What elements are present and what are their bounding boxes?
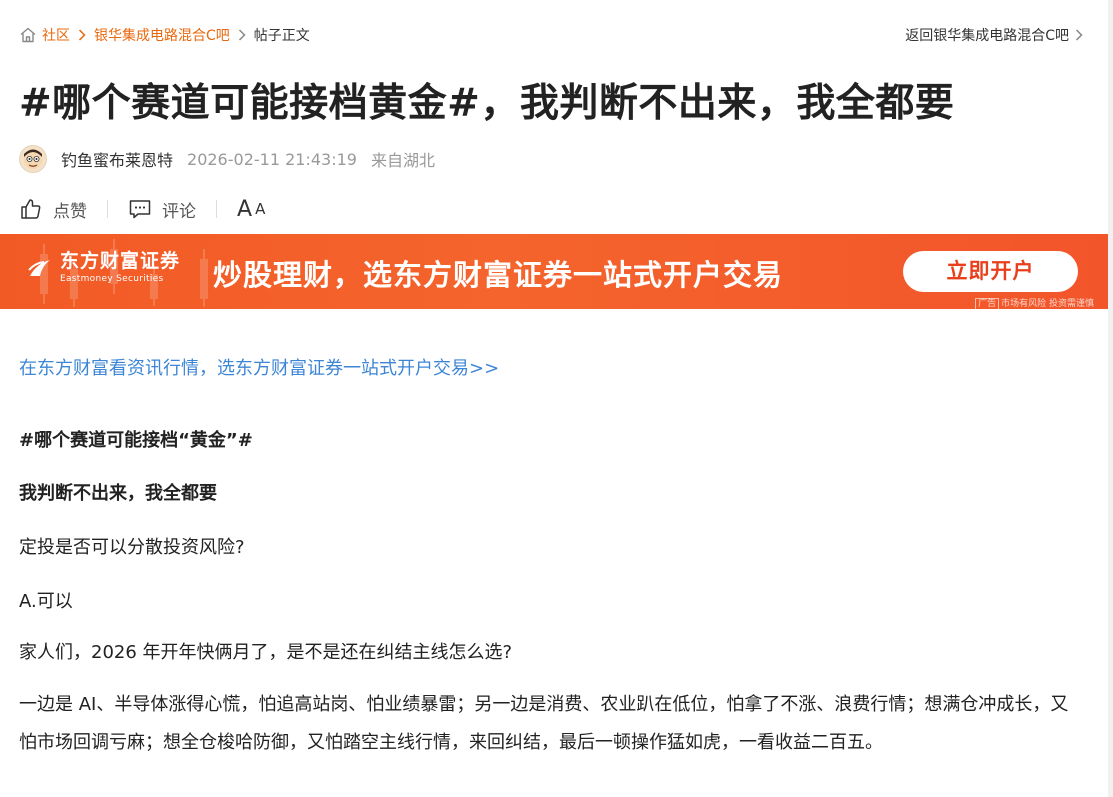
back-link-label: 返回银华集成电路混合C吧	[905, 28, 1069, 44]
post-location: 来自湖北	[370, 151, 435, 170]
avatar[interactable]	[19, 145, 47, 173]
avatar-face-icon	[24, 149, 42, 169]
risk-notice: 广告 市场有风险 投资需谨慎	[975, 296, 1094, 309]
author-name[interactable]: 钓鱼蜜布莱恩特	[61, 147, 173, 171]
banner-slogan: 炒股理财，选东方财富证券一站式开户交易	[213, 258, 784, 292]
post-page: 社区 银华集成电路混合C吧 帖子正文 返回银华集成电路混合C吧 #哪个赛道可能接…	[0, 0, 1113, 797]
author-row: 钓鱼蜜布莱恩特 2026-02-11 21:43:19 来自湖北	[19, 143, 435, 175]
chevron-right-icon	[1075, 29, 1083, 41]
content-paragraph: 一边是 AI、半导体涨得心慌，怕追高站岗、怕业绩暴雷；另一边是消费、农业趴在低位…	[19, 694, 1069, 753]
risk-notice-text: 市场有风险 投资需谨慎	[1001, 299, 1094, 309]
comment-label: 评论	[162, 201, 196, 222]
content-paragraph: 我判断不出来，我全都要	[19, 483, 217, 504]
divider	[216, 200, 217, 218]
content-paragraph: 家人们，2026 年开年快俩月了，是不是还在纠结主线怎么选?	[19, 642, 513, 663]
like-label: 点赞	[53, 201, 87, 222]
font-size-small-glyph: A	[255, 200, 266, 218]
content-paragraph: 定投是否可以分散投资风险?	[19, 537, 245, 558]
logo-en-text: Eastmoney Securities	[60, 274, 164, 284]
like-button[interactable]: 点赞	[19, 197, 87, 222]
comment-icon	[129, 200, 151, 219]
chevron-right-icon	[78, 29, 86, 41]
divider	[107, 200, 108, 218]
breadcrumb-forum[interactable]: 银华集成电路混合C吧	[94, 25, 230, 45]
eastmoney-logo-icon	[28, 260, 50, 276]
breadcrumb-current: 帖子正文	[253, 28, 310, 44]
back-to-forum-link[interactable]: 返回银华集成电路混合C吧	[905, 22, 1083, 48]
post-title: #哪个赛道可能接档黄金#，我判断不出来，我全都要	[19, 81, 955, 126]
chevron-right-icon	[238, 29, 246, 41]
action-row: 点赞 评论 AA	[19, 193, 265, 225]
promo-link[interactable]: 在东方财富看资讯行情，选东方财富证券一站式开户交易>>	[19, 354, 499, 380]
font-size-large-glyph: A	[237, 196, 253, 222]
content-paragraph: #哪个赛道可能接档“黄金”#	[19, 430, 253, 451]
eastmoney-logo: 东方财富证券 Eastmoney Securities	[26, 252, 180, 284]
ad-tag: 广告	[975, 298, 1000, 309]
top-bar: 社区 银华集成电路混合C吧 帖子正文 返回银华集成电路混合C吧	[0, 22, 1113, 48]
logo-cn-text: 东方财富证券	[60, 250, 181, 272]
open-account-button[interactable]: 立即开户	[903, 251, 1078, 292]
breadcrumb-community[interactable]: 社区	[42, 25, 70, 45]
scrollbar[interactable]	[1108, 0, 1113, 797]
thumbs-up-icon	[21, 199, 41, 219]
content-paragraph: A.可以	[19, 591, 73, 612]
font-size-button[interactable]: AA	[237, 197, 265, 222]
home-icon	[20, 27, 36, 43]
post-time: 2026-02-11 21:43:19	[187, 149, 357, 169]
breadcrumb: 社区 银华集成电路混合C吧 帖子正文	[19, 22, 310, 48]
comment-button[interactable]: 评论	[128, 197, 196, 222]
